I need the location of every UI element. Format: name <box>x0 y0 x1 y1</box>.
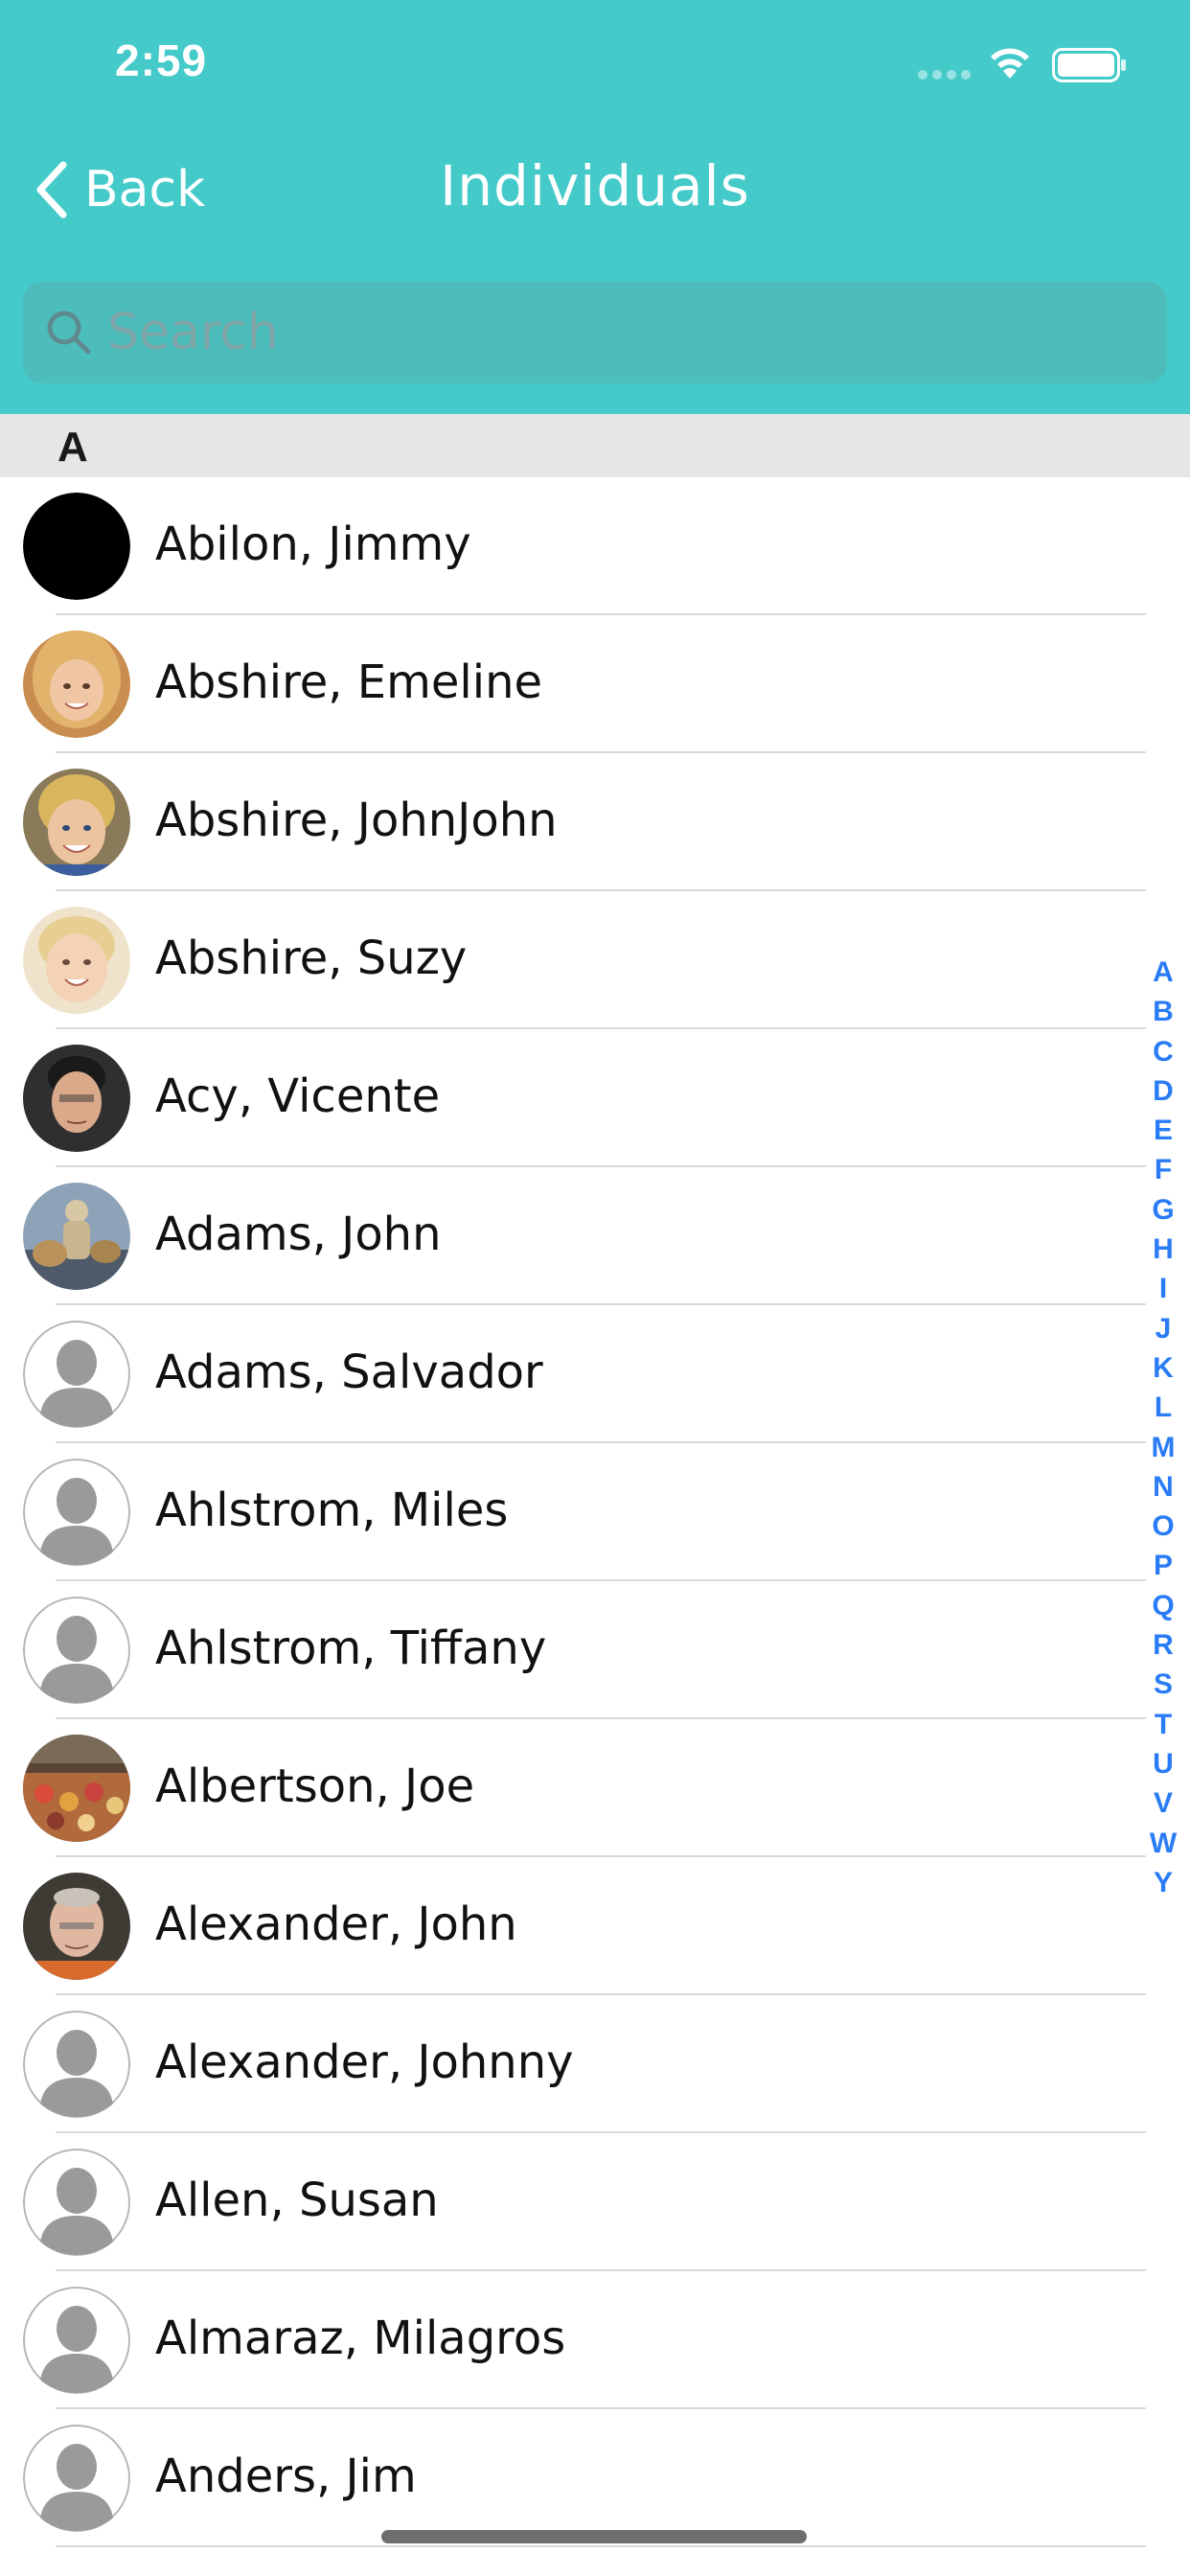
index-letter-l[interactable]: L <box>1146 1388 1180 1427</box>
avatar <box>23 907 130 1014</box>
contact-row[interactable]: Allen, Susan <box>0 2133 1190 2271</box>
avatar <box>23 1735 130 1842</box>
contact-name: Abshire, JohnJohn <box>155 794 558 847</box>
contact-name: Adams, Salvador <box>155 1346 543 1399</box>
index-letter-w[interactable]: W <box>1146 1824 1180 1863</box>
row-divider <box>56 2545 1146 2547</box>
avatar <box>23 631 130 738</box>
index-letter-m[interactable]: M <box>1146 1428 1180 1467</box>
search-bar[interactable] <box>23 282 1167 383</box>
contact-row[interactable]: Abshire, JohnJohn <box>0 753 1190 891</box>
contact-row[interactable]: Ahlstrom, Tiffany <box>0 1581 1190 1719</box>
wifi-icon <box>991 48 1029 79</box>
search-input[interactable] <box>107 289 1167 376</box>
search-icon <box>47 310 91 355</box>
index-letter-u[interactable]: U <box>1146 1744 1180 1783</box>
contact-row[interactable]: Alexander, Johnny <box>0 1995 1190 2133</box>
contact-row[interactable]: Anders, Jim <box>0 2409 1190 2547</box>
index-letter-o[interactable]: O <box>1146 1506 1180 1546</box>
contact-name: Abilon, Jimmy <box>155 518 471 571</box>
contact-name: Abshire, Emeline <box>155 656 543 709</box>
index-letter-t[interactable]: T <box>1146 1705 1180 1744</box>
home-indicator <box>381 2530 807 2543</box>
index-letter-n[interactable]: N <box>1146 1467 1180 1506</box>
contact-row[interactable]: Almaraz, Milagros <box>0 2271 1190 2409</box>
avatar <box>23 2149 130 2256</box>
contact-row[interactable]: Alexander, John <box>0 1857 1190 1995</box>
avatar <box>23 493 130 600</box>
contact-row[interactable]: Adams, Salvador <box>0 1305 1190 1443</box>
avatar <box>23 2011 130 2118</box>
alphabet-index[interactable]: ABCDEFGHIJKLMNOPQRSTUVWY <box>1146 953 1180 1902</box>
page-title: Individuals <box>440 153 750 218</box>
avatar <box>23 2287 130 2394</box>
avatar <box>23 1183 130 1290</box>
contact-row[interactable]: Abilon, Jimmy <box>0 477 1190 615</box>
index-letter-c[interactable]: C <box>1146 1032 1180 1071</box>
index-letter-p[interactable]: P <box>1146 1546 1180 1585</box>
contact-name: Adams, John <box>155 1208 442 1261</box>
contact-name: Acy, Vicente <box>155 1070 441 1123</box>
navigation-bar: Back Individuals <box>0 134 1190 249</box>
cellular-signal-icon <box>918 70 972 80</box>
index-letter-y[interactable]: Y <box>1146 1863 1180 1902</box>
status-bar: 2:59 <box>0 0 1190 126</box>
avatar <box>23 769 130 876</box>
avatar <box>23 1045 130 1152</box>
index-letter-i[interactable]: I <box>1146 1269 1180 1308</box>
contact-name: Abshire, Suzy <box>155 932 468 985</box>
contact-name: Albertson, Joe <box>155 1760 475 1813</box>
header: 2:59 Back Individuals <box>0 0 1190 414</box>
section-header: A <box>0 414 1190 477</box>
contact-name: Almaraz, Milagros <box>155 2312 566 2365</box>
contact-row[interactable]: Acy, Vicente <box>0 1029 1190 1167</box>
contact-name: Ahlstrom, Miles <box>155 1484 509 1537</box>
contact-name: Alexander, John <box>155 1898 517 1951</box>
index-letter-r[interactable]: R <box>1146 1625 1180 1665</box>
index-letter-j[interactable]: J <box>1146 1309 1180 1348</box>
index-letter-b[interactable]: B <box>1146 992 1180 1031</box>
index-letter-e[interactable]: E <box>1146 1111 1180 1150</box>
index-letter-q[interactable]: Q <box>1146 1586 1180 1625</box>
index-letter-v[interactable]: V <box>1146 1783 1180 1823</box>
contact-row[interactable]: Adams, John <box>0 1167 1190 1305</box>
contact-row[interactable]: Abshire, Suzy <box>0 891 1190 1029</box>
avatar <box>23 1597 130 1704</box>
index-letter-g[interactable]: G <box>1146 1190 1180 1230</box>
contact-row[interactable]: Abshire, Emeline <box>0 615 1190 753</box>
index-letter-d[interactable]: D <box>1146 1071 1180 1111</box>
avatar <box>23 1321 130 1428</box>
avatar <box>23 2425 130 2532</box>
avatar <box>23 1459 130 1566</box>
contact-list: Abilon, Jimmy Abshire, Emeline Abshire, Jo… <box>0 477 1190 2547</box>
contact-name: Anders, Jim <box>155 2450 417 2503</box>
index-letter-f[interactable]: F <box>1146 1150 1180 1189</box>
section-letter: A <box>57 424 88 471</box>
avatar <box>23 1873 130 1980</box>
contact-name: Alexander, Johnny <box>155 2036 574 2089</box>
status-time: 2:59 <box>115 35 208 85</box>
index-letter-a[interactable]: A <box>1146 953 1180 992</box>
index-letter-k[interactable]: K <box>1146 1348 1180 1388</box>
contact-row[interactable]: Albertson, Joe <box>0 1719 1190 1857</box>
contact-row[interactable]: Ahlstrom, Miles <box>0 1443 1190 1581</box>
contact-name: Allen, Susan <box>155 2174 439 2227</box>
index-letter-s[interactable]: S <box>1146 1665 1180 1704</box>
index-letter-h[interactable]: H <box>1146 1230 1180 1269</box>
contact-name: Ahlstrom, Tiffany <box>155 1622 547 1675</box>
battery-icon <box>1052 48 1126 82</box>
